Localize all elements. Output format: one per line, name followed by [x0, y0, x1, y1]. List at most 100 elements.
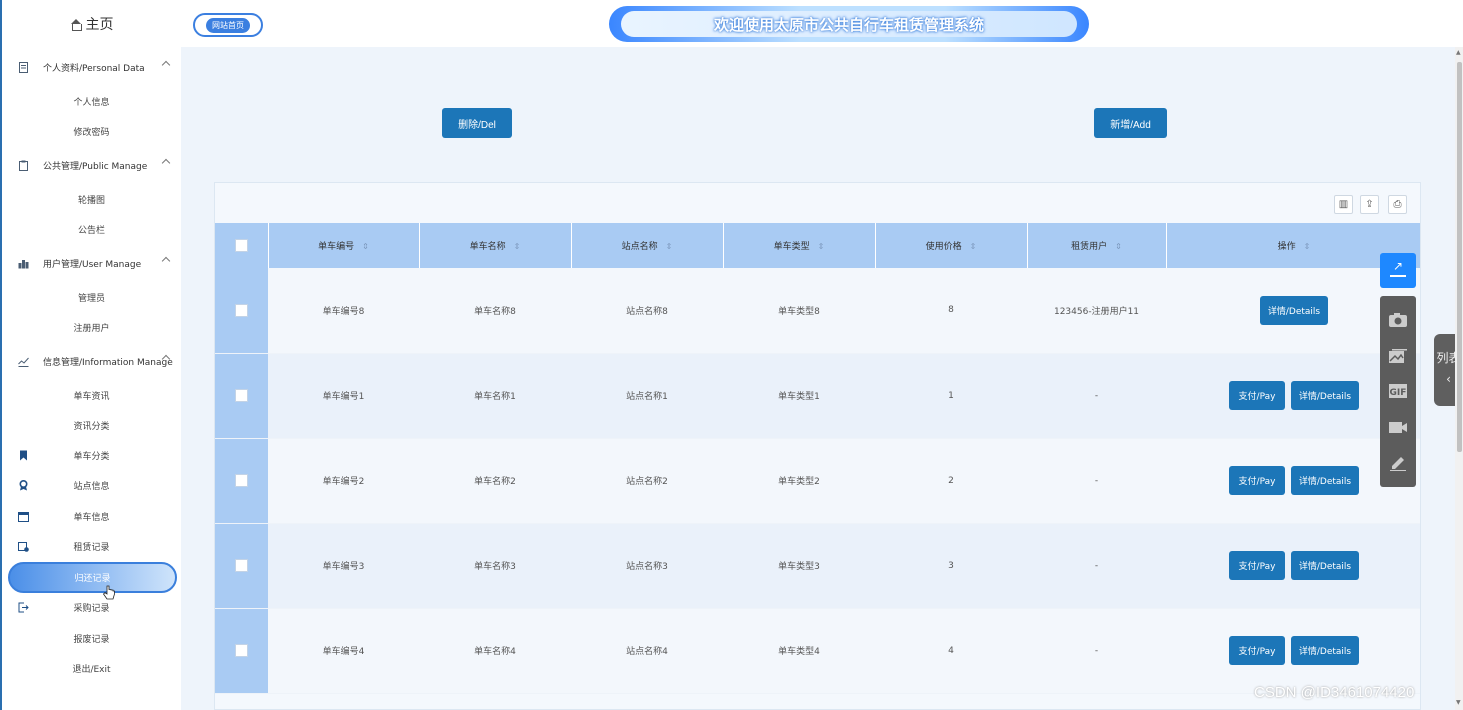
sidebar-item-admin[interactable]: 管理员: [2, 282, 181, 312]
sidebar-item-scrap-records[interactable]: 报废记录: [2, 623, 181, 654]
table-row: 单车编号1 单车名称1 站点名称1 单车类型1 1- 支付/Pay 详情/Details: [215, 353, 1420, 439]
cell-station: 站点名称1: [571, 353, 723, 439]
award-icon: [19, 480, 28, 491]
column-header-label: 站点名称: [621, 242, 658, 252]
row-checkbox[interactable]: [235, 303, 248, 317]
row-select-cell: [215, 523, 268, 609]
home-link[interactable]: 主页: [2, 0, 181, 48]
row-select-cell: [215, 268, 268, 354]
cell-station: 站点名称4: [571, 608, 723, 694]
clipboard-icon: [19, 160, 28, 171]
sidebar-item-carousel[interactable]: 轮播图: [2, 184, 181, 214]
sidebar-item-station-info[interactable]: 站点信息: [2, 471, 181, 502]
add-button[interactable]: 新增/Add: [1094, 108, 1167, 138]
sort-icon[interactable]: ⇕: [514, 242, 521, 251]
sort-icon[interactable]: ⇕: [666, 242, 673, 251]
column-header-label: 租赁用户: [1071, 242, 1108, 252]
details-button[interactable]: 详情/Details: [1291, 381, 1359, 410]
column-header[interactable]: 租赁用户 ⇕: [1027, 223, 1167, 268]
sidebar-item-bike-info[interactable]: 单车信息: [2, 501, 181, 532]
svg-text:GIF: GIF: [1390, 388, 1407, 398]
sort-icon[interactable]: ⇕: [1304, 242, 1311, 251]
video-icon[interactable]: [1387, 418, 1409, 436]
menu-group-user[interactable]: 用户管理/User Manage: [2, 244, 181, 282]
column-header[interactable]: 单车类型 ⇕: [723, 223, 876, 268]
pen-icon[interactable]: [1387, 454, 1409, 472]
sort-icon[interactable]: ⇕: [818, 242, 825, 251]
scroll-up-icon[interactable]: ▲: [1456, 49, 1461, 56]
details-button[interactable]: 详情/Details: [1260, 295, 1328, 325]
cell-actions: 支付/Pay 详情/Details: [1166, 523, 1420, 609]
gif-icon[interactable]: GIF: [1387, 382, 1409, 400]
details-button[interactable]: 详情/Details: [1291, 636, 1359, 665]
table-body: 单车编号8 单车名称8 站点名称8 单车类型8 8 123456-注册用户11 详情/Det…: [215, 268, 1420, 694]
cell-user: -: [1027, 353, 1166, 439]
table-row: 单车编号2 单车名称2 站点名称2 单车类型2 2- 支付/Pay 详情/Details: [215, 438, 1420, 524]
cell-type: 单车类型8: [723, 268, 875, 354]
camera-icon[interactable]: [1387, 311, 1409, 329]
row-checkbox[interactable]: [235, 559, 248, 572]
sort-icon[interactable]: ⇕: [970, 242, 977, 251]
chevron-up-icon: [161, 60, 171, 70]
cell-type: 单车类型3: [723, 523, 875, 609]
row-checkbox[interactable]: [235, 474, 248, 487]
sidebar-item-personal-info[interactable]: 个人信息: [2, 86, 181, 116]
sidebar-item-news-category[interactable]: 资讯分类: [2, 410, 181, 440]
sidebar-item-purchase-records[interactable]: 采购记录: [2, 593, 181, 624]
pay-button[interactable]: 支付/Pay: [1229, 381, 1285, 410]
cell-user: -: [1027, 523, 1166, 609]
sidebar-item-bike-news[interactable]: 单车资讯: [2, 380, 181, 410]
delete-button[interactable]: 删除/Del: [442, 108, 512, 138]
column-header[interactable]: 使用价格 ⇕: [875, 223, 1028, 268]
select-all-checkbox[interactable]: [234, 239, 248, 252]
export-icon[interactable]: ⇪: [1360, 195, 1379, 214]
menu-group-public[interactable]: 公共管理/Public Manage: [2, 146, 181, 184]
sidebar-item-rental-records[interactable]: 租赁记录: [2, 532, 181, 563]
column-header[interactable]: 单车编号 ⇕: [268, 223, 420, 268]
print-icon[interactable]: ⎙: [1388, 195, 1407, 214]
sidebar-item-return-records[interactable]: 归还记录: [8, 562, 177, 593]
cell-station: 站点名称2: [571, 438, 723, 524]
capture-toolbar: GIF: [1380, 296, 1416, 487]
image-icon[interactable]: [1387, 347, 1409, 365]
cell-code: 单车编号2: [268, 438, 419, 524]
details-button[interactable]: 详情/Details: [1291, 466, 1359, 495]
columns-icon[interactable]: ▥: [1334, 195, 1353, 214]
menu-group-label: 个人资料/Personal Data: [43, 63, 145, 74]
bike-table: 单车编号 ⇕ 单车名称 ⇕ 站点名称 ⇕ 单车类型 ⇕ 使用价格 ⇕ 租赁用户 ⇕ 操作 ⇕ …: [215, 223, 1420, 694]
menu-group-info[interactable]: 信息管理/Information Manage: [2, 342, 181, 380]
cell-user: -: [1027, 608, 1166, 694]
sidebar-item-registered-users[interactable]: 注册用户: [2, 312, 181, 342]
sidebar-item-notice[interactable]: 公告栏: [2, 214, 181, 244]
sidebar-item-exit[interactable]: 退出/Exit: [2, 654, 181, 685]
cell-code: 单车编号3: [268, 523, 419, 609]
calendar-check-icon: [18, 542, 29, 553]
website-home-button[interactable]: 网站首页: [193, 13, 263, 37]
pay-button[interactable]: 支付/Pay: [1229, 636, 1285, 665]
cell-type: 单车类型1: [723, 353, 875, 439]
row-checkbox[interactable]: [235, 644, 248, 657]
home-icon: [70, 18, 82, 31]
sidebar-item-change-password[interactable]: 修改密码: [2, 116, 181, 146]
row-select-cell: [215, 608, 268, 694]
share-button[interactable]: [1380, 253, 1416, 288]
sort-icon[interactable]: ⇕: [362, 242, 369, 251]
details-button[interactable]: 详情/Details: [1291, 551, 1359, 580]
sort-icon[interactable]: ⇕: [1115, 242, 1122, 251]
cell-code: 单车编号8: [268, 268, 419, 354]
column-header[interactable]: 站点名称 ⇕: [571, 223, 724, 268]
sidebar-item-bike-category[interactable]: 单车分类: [2, 440, 181, 471]
row-checkbox[interactable]: [235, 389, 248, 402]
cell-name: 单车名称4: [419, 608, 571, 694]
column-header[interactable]: 单车名称 ⇕: [419, 223, 572, 268]
cell-user: 123456-注册用户11: [1027, 268, 1166, 354]
scrollbar-thumb[interactable]: [1457, 62, 1462, 452]
menu-group-label: 信息管理/Information Manage: [43, 357, 173, 368]
column-header-label: 单车类型: [773, 242, 810, 252]
table-toolbar: ▥ ⇪ ⎙: [215, 183, 1420, 223]
pay-button[interactable]: 支付/Pay: [1229, 466, 1285, 495]
menu-group-label: 公共管理/Public Manage: [43, 161, 148, 172]
menu-group-personal[interactable]: 个人资料/Personal Data: [2, 48, 181, 86]
pay-button[interactable]: 支付/Pay: [1229, 551, 1285, 580]
scroll-down-icon[interactable]: ▼: [1456, 699, 1461, 706]
